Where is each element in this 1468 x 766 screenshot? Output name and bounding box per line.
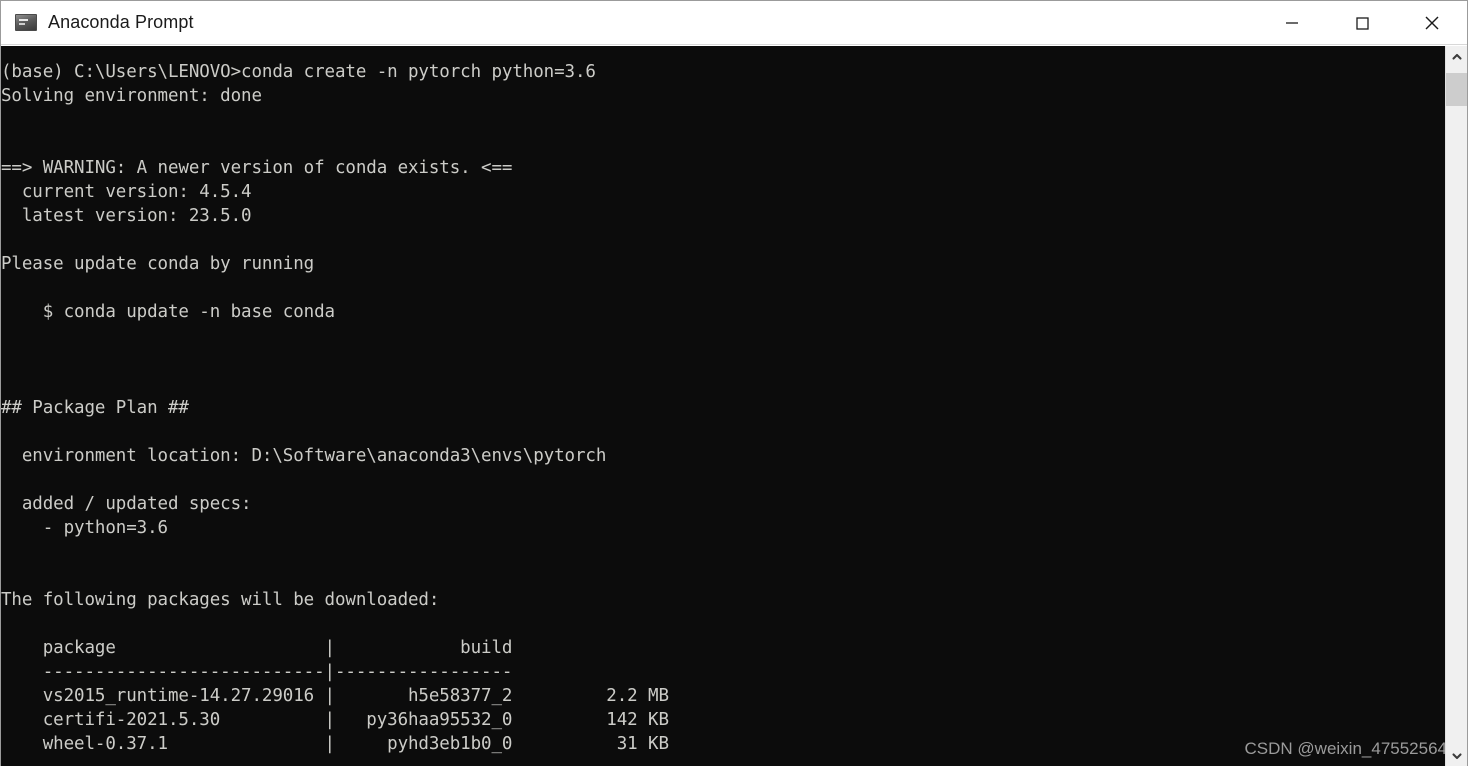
- anaconda-prompt-window: Anaconda Prompt (base) C:\Users\LENOVO>c…: [0, 0, 1468, 766]
- watermark-text: CSDN @weixin_47552564: [1244, 739, 1447, 758]
- window-controls: [1257, 1, 1467, 45]
- scrollbar-track[interactable]: [1446, 68, 1467, 745]
- chevron-down-icon[interactable]: [1446, 745, 1467, 766]
- vertical-scrollbar[interactable]: [1445, 46, 1467, 766]
- minimize-button[interactable]: [1257, 1, 1327, 45]
- scrollbar-thumb[interactable]: [1446, 73, 1467, 106]
- console-icon: [15, 14, 37, 31]
- close-button[interactable]: [1397, 1, 1467, 45]
- window-title: Anaconda Prompt: [48, 12, 194, 32]
- terminal-output-area[interactable]: (base) C:\Users\LENOVO>conda create -n p…: [1, 46, 1467, 766]
- maximize-button[interactable]: [1327, 1, 1397, 45]
- console-text: (base) C:\Users\LENOVO>conda create -n p…: [1, 62, 669, 754]
- chevron-up-icon[interactable]: [1446, 46, 1467, 68]
- title-bar[interactable]: Anaconda Prompt: [1, 1, 1467, 45]
